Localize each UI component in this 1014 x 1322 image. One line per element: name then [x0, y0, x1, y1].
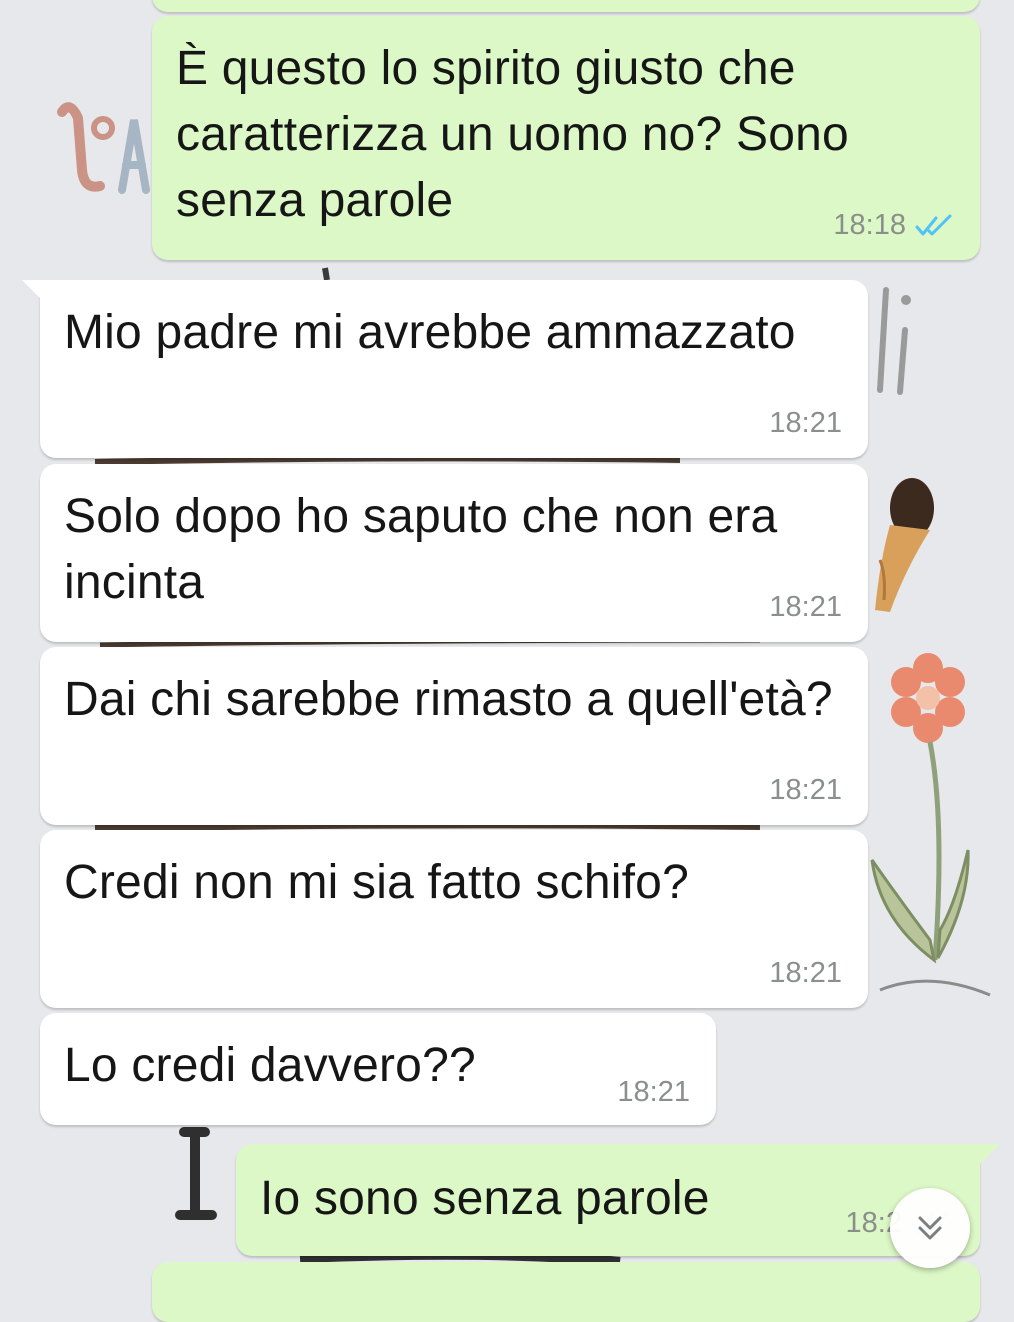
- message-time: 18:21: [769, 957, 842, 989]
- message-meta: 18:21: [617, 1076, 690, 1109]
- message-time: 18:21: [769, 774, 842, 806]
- partial-message-bubble-bottom: [152, 1262, 980, 1322]
- chevron-double-down-icon: [918, 1216, 942, 1240]
- message-time: 18:18: [833, 209, 906, 241]
- message-text: È questo lo spirito giusto che caratteri…: [176, 42, 863, 227]
- message-time: 18:21: [769, 407, 842, 439]
- message-text: Credi non mi sia fatto schifo?: [64, 856, 689, 909]
- scroll-to-bottom-button[interactable]: [890, 1188, 970, 1268]
- message-bubble-incoming[interactable]: Mio padre mi avrebbe ammazzato 18:21: [22, 280, 868, 458]
- message-bubble-incoming[interactable]: Dai chi sarebbe rimasto a quell'età? 18:…: [40, 647, 868, 825]
- message-time: 18:21: [769, 591, 842, 623]
- message-time: 18:21: [617, 1076, 690, 1108]
- message-meta: 18:18: [833, 209, 954, 242]
- double-check-icon: [915, 214, 952, 235]
- message-meta: 18:21: [769, 407, 842, 440]
- message-bubble-outgoing[interactable]: È questo lo spirito giusto che caratteri…: [152, 16, 980, 260]
- message-meta: 18:21: [769, 774, 842, 807]
- message-bubble-incoming[interactable]: Solo dopo ho saputo che non era incinta …: [40, 464, 868, 642]
- partial-message-bubble-top: [152, 0, 980, 12]
- message-text: Solo dopo ho saputo che non era incinta: [64, 490, 791, 609]
- message-text: Lo credi davvero??: [64, 1039, 476, 1092]
- message-bubble-incoming[interactable]: Lo credi davvero?? 18:21: [40, 1013, 716, 1125]
- message-bubble-outgoing[interactable]: Io sono senza parole 18:2: [236, 1144, 1000, 1256]
- bubble-tail: [22, 280, 48, 306]
- message-meta: 18:21: [769, 957, 842, 990]
- message-text: Mio padre mi avrebbe ammazzato: [64, 306, 796, 359]
- message-meta: 18:21: [769, 591, 842, 624]
- bubble-tail: [972, 1144, 1000, 1172]
- message-text: Dai chi sarebbe rimasto a quell'età?: [64, 673, 833, 726]
- message-bubble-incoming[interactable]: Credi non mi sia fatto schifo? 18:21: [40, 830, 868, 1008]
